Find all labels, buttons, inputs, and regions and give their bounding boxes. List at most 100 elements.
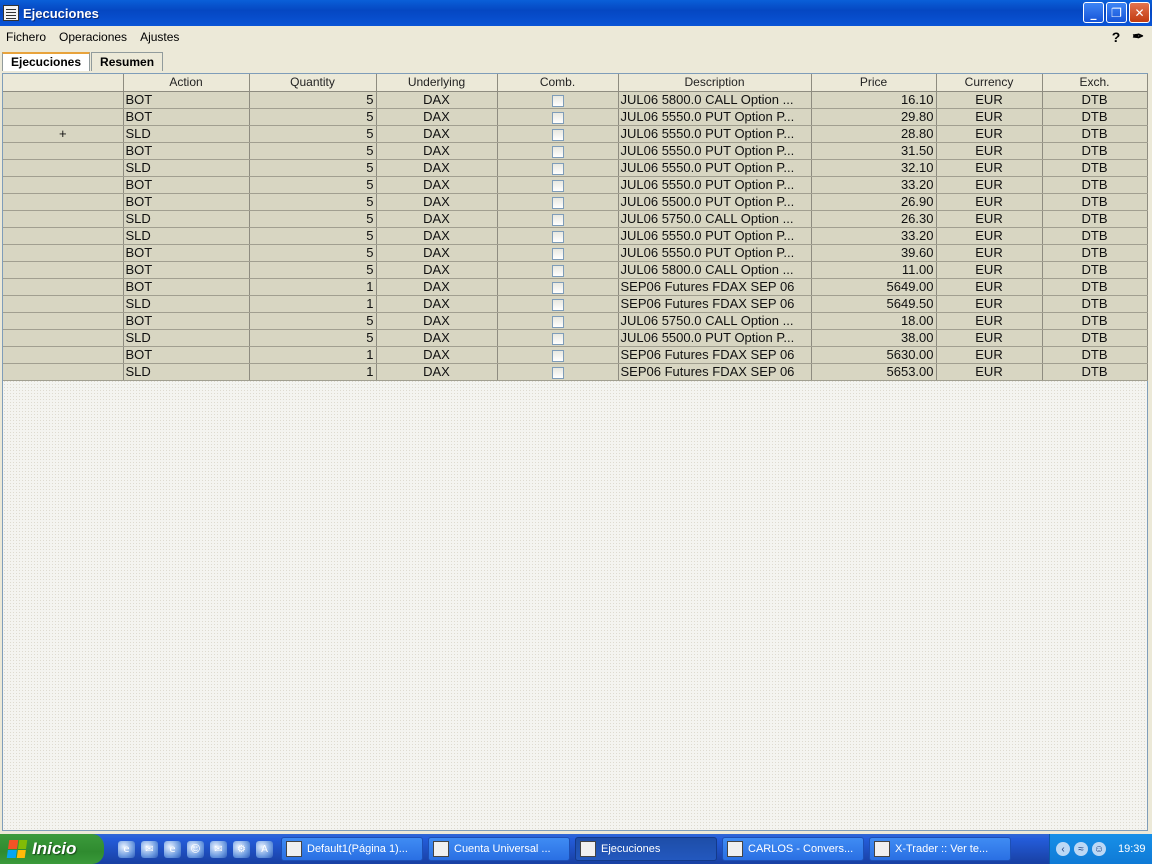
- table-row[interactable]: BOT 1 DAX SEP06 Futures FDAX SEP 06 5630.00 E…: [3, 346, 1148, 364]
- comb-checkbox[interactable]: [551, 315, 564, 328]
- ie-icon[interactable]: e: [118, 840, 135, 858]
- cell-description: JUL06 5550.0 PUT Option P...: [618, 227, 812, 245]
- wireless-icon[interactable]: ≈: [1074, 842, 1088, 856]
- network-icon[interactable]: ⚙: [233, 840, 250, 858]
- cell-description: SEP06 Futures FDAX SEP 06: [618, 295, 812, 313]
- cell-price: 16.10: [811, 91, 937, 109]
- column-header-action[interactable]: Action: [123, 74, 250, 92]
- cell-marker: [3, 159, 124, 177]
- menu-operaciones[interactable]: Operaciones: [59, 30, 127, 44]
- cell-marker: [3, 346, 124, 364]
- comb-checkbox[interactable]: [551, 247, 564, 260]
- column-header-price[interactable]: Price: [811, 74, 937, 92]
- browser-icon[interactable]: e: [164, 840, 181, 858]
- window-app-icon[interactable]: [3, 5, 19, 21]
- task-window-icon: [580, 841, 596, 857]
- comb-checkbox[interactable]: [551, 264, 564, 277]
- taskbar-item-carlos[interactable]: CARLOS - Convers...: [722, 837, 864, 861]
- tab-ejecuciones[interactable]: Ejecuciones: [2, 52, 91, 71]
- cell-marker: [3, 176, 124, 194]
- comb-checkbox[interactable]: [551, 349, 564, 362]
- table-row[interactable]: BOT 5 DAX JUL06 5500.0 PUT Option P... 26.90…: [3, 193, 1148, 211]
- comb-checkbox[interactable]: [551, 366, 564, 379]
- cell-marker: +: [3, 125, 124, 143]
- cell-action: SLD: [123, 227, 250, 245]
- table-row[interactable]: SLD 5 DAX JUL06 5750.0 CALL Option ... 26.30…: [3, 210, 1148, 228]
- column-header-comb[interactable]: Comb.: [497, 74, 619, 92]
- cell-comb: [497, 91, 619, 109]
- acrobat-icon[interactable]: A: [256, 840, 273, 858]
- table-row[interactable]: SLD 5 DAX JUL06 5550.0 PUT Option P... 33.20…: [3, 227, 1148, 245]
- table-row[interactable]: BOT 5 DAX JUL06 5800.0 CALL Option ... 11.00…: [3, 261, 1148, 279]
- table-row[interactable]: SLD 1 DAX SEP06 Futures FDAX SEP 06 5649.50 E…: [3, 295, 1148, 313]
- cell-description: JUL06 5550.0 PUT Option P...: [618, 108, 812, 126]
- column-header-underlying[interactable]: Underlying: [376, 74, 498, 92]
- taskbar-item-cuenta-universal[interactable]: Cuenta Universal ...: [428, 837, 570, 861]
- comb-checkbox[interactable]: [551, 94, 564, 107]
- table-row[interactable]: BOT 5 DAX JUL06 5800.0 CALL Option ... 16.10…: [3, 91, 1148, 109]
- table-row[interactable]: SLD 5 DAX JUL06 5550.0 PUT Option P... 32.10…: [3, 159, 1148, 177]
- menu-ajustes[interactable]: Ajustes: [140, 30, 179, 44]
- start-button[interactable]: Inicio: [0, 834, 104, 864]
- cell-action: BOT: [123, 193, 250, 211]
- cell-description: SEP06 Futures FDAX SEP 06: [618, 278, 812, 296]
- cell-comb: [497, 176, 619, 194]
- cell-underlying: DAX: [376, 244, 498, 262]
- column-header-quantity[interactable]: Quantity: [249, 74, 377, 92]
- cell-exchange: DTB: [1042, 210, 1148, 228]
- comb-checkbox[interactable]: [551, 213, 564, 226]
- outlook-icon[interactable]: ✉: [141, 840, 158, 858]
- comb-checkbox[interactable]: [551, 196, 564, 209]
- table-row[interactable]: BOT 5 DAX JUL06 5550.0 PUT Option P... 31.50…: [3, 142, 1148, 160]
- table-row[interactable]: BOT 5 DAX JUL06 5550.0 PUT Option P... 33.20…: [3, 176, 1148, 194]
- taskbar-item-x-trader[interactable]: X-Trader :: Ver te...: [869, 837, 1011, 861]
- table-row[interactable]: BOT 5 DAX JUL06 5550.0 PUT Option P... 29.80…: [3, 108, 1148, 126]
- comb-checkbox[interactable]: [551, 179, 564, 192]
- cell-marker: [3, 278, 124, 296]
- comb-checkbox[interactable]: [551, 332, 564, 345]
- table-row[interactable]: + SLD 5 DAX JUL06 5550.0 PUT Option P... 28.8…: [3, 125, 1148, 143]
- cell-quantity: 5: [249, 210, 377, 228]
- table-row[interactable]: BOT 5 DAX JUL06 5750.0 CALL Option ... 18.00…: [3, 312, 1148, 330]
- pin-icon[interactable]: ✒: [1132, 28, 1144, 45]
- comb-checkbox[interactable]: [551, 162, 564, 175]
- comb-checkbox[interactable]: [551, 145, 564, 158]
- table-row[interactable]: SLD 5 DAX JUL06 5500.0 PUT Option P... 38.00…: [3, 329, 1148, 347]
- cell-underlying: DAX: [376, 363, 498, 381]
- cell-currency: EUR: [936, 193, 1043, 211]
- cell-action: BOT: [123, 142, 250, 160]
- comb-checkbox[interactable]: [551, 111, 564, 124]
- help-button[interactable]: ?: [1112, 29, 1121, 45]
- cell-action: BOT: [123, 312, 250, 330]
- close-button[interactable]: ✕: [1129, 2, 1150, 23]
- messenger-icon[interactable]: ☺: [187, 840, 204, 858]
- cell-marker: [3, 142, 124, 160]
- column-header-marker[interactable]: [3, 74, 124, 92]
- cell-price: 33.20: [811, 227, 937, 245]
- minimize-button[interactable]: _: [1083, 2, 1104, 23]
- comb-checkbox[interactable]: [551, 281, 564, 294]
- cell-quantity: 1: [249, 278, 377, 296]
- cell-marker: [3, 210, 124, 228]
- table-row[interactable]: BOT 1 DAX SEP06 Futures FDAX SEP 06 5649.00 E…: [3, 278, 1148, 296]
- comb-checkbox[interactable]: [551, 298, 564, 311]
- restore-button[interactable]: ❐: [1106, 2, 1127, 23]
- tray-expand-icon[interactable]: ‹: [1056, 842, 1070, 856]
- menu-fichero[interactable]: Fichero: [6, 30, 46, 44]
- table-row[interactable]: BOT 5 DAX JUL06 5550.0 PUT Option P... 39.60…: [3, 244, 1148, 262]
- cell-marker: [3, 363, 124, 381]
- column-header-currency[interactable]: Currency: [936, 74, 1043, 92]
- taskbar-item-default1[interactable]: Default1(Página 1)...: [281, 837, 423, 861]
- users-icon[interactable]: ☺: [1092, 842, 1106, 856]
- cell-marker: [3, 312, 124, 330]
- mail-icon[interactable]: ✉: [210, 840, 227, 858]
- cell-exchange: DTB: [1042, 261, 1148, 279]
- cell-exchange: DTB: [1042, 159, 1148, 177]
- table-row[interactable]: SLD 1 DAX SEP06 Futures FDAX SEP 06 5653.00 E…: [3, 363, 1148, 381]
- tab-resumen[interactable]: Resumen: [91, 52, 164, 71]
- taskbar-item-ejecuciones[interactable]: Ejecuciones: [575, 837, 717, 861]
- column-header-description[interactable]: Description: [618, 74, 812, 92]
- column-header-exchange[interactable]: Exch.: [1042, 74, 1148, 92]
- comb-checkbox[interactable]: [551, 230, 564, 243]
- comb-checkbox[interactable]: [551, 128, 564, 141]
